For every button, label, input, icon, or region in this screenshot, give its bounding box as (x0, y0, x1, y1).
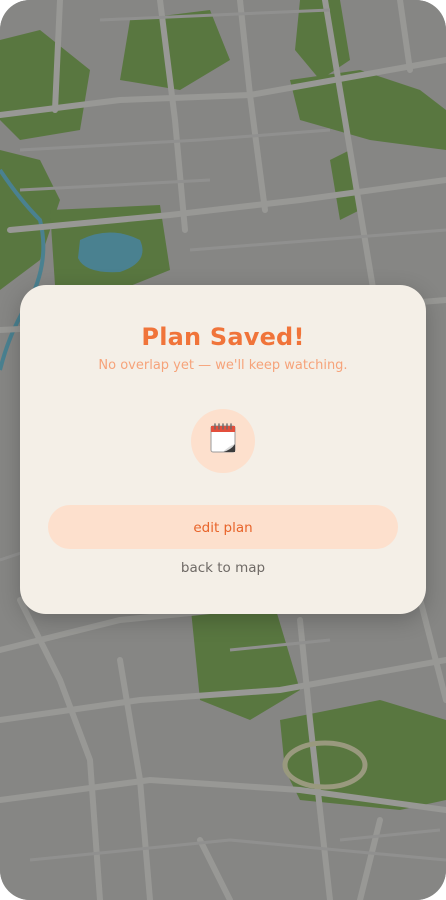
dialog-subtitle: No overlap yet — we'll keep watching. (98, 358, 348, 373)
calendar-icon-badge (191, 409, 255, 473)
calendar-icon (210, 423, 236, 453)
edit-plan-button[interactable]: edit plan (48, 505, 398, 549)
back-to-map-link[interactable]: back to map (20, 560, 426, 576)
plan-saved-dialog: Plan Saved! No overlap yet — we'll keep … (20, 285, 426, 614)
dialog-title: Plan Saved! (141, 323, 305, 351)
app-screen: Plan Saved! No overlap yet — we'll keep … (0, 0, 446, 900)
